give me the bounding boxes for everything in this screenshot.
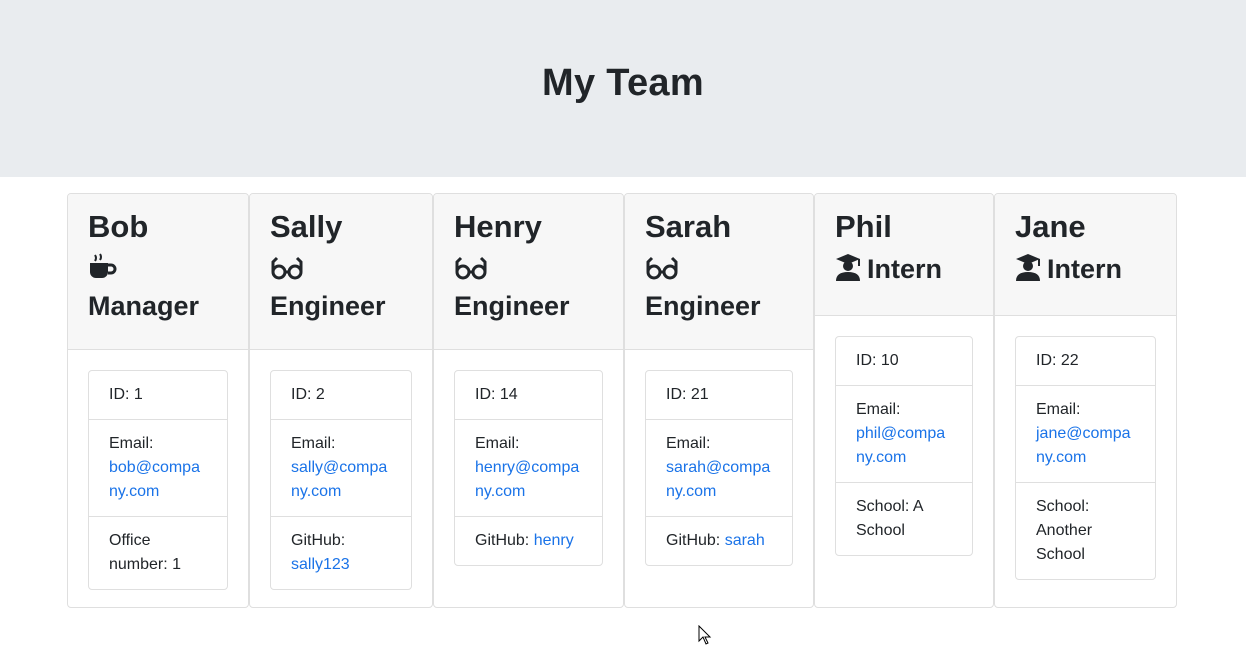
role-label: Manager bbox=[88, 291, 200, 321]
info-list: ID: 21 Email: sarah@company.com GitHub: … bbox=[645, 370, 793, 566]
employee-card: Sarah Engineer ID: 21 Email: sarah@compa… bbox=[624, 193, 814, 608]
email-label: Email: bbox=[109, 435, 154, 452]
email-item: Email: jane@company.com bbox=[1016, 385, 1155, 482]
github-link[interactable]: henry bbox=[534, 532, 574, 549]
card-body: ID: 10 Email: phil@company.com School: A… bbox=[815, 316, 993, 576]
github-label: GitHub: bbox=[666, 532, 721, 549]
employee-name: Jane bbox=[1015, 209, 1086, 244]
employee-role: Intern bbox=[1015, 252, 1156, 289]
card-header: Bob Manager bbox=[68, 194, 248, 350]
card-header: Henry Engineer bbox=[434, 194, 623, 350]
card-body: ID: 2 Email: sally@company.com GitHub: s… bbox=[250, 350, 432, 610]
email-item: Email: sally@company.com bbox=[271, 419, 411, 516]
github-item: GitHub: sarah bbox=[646, 516, 792, 565]
github-label: GitHub: bbox=[291, 532, 346, 549]
coffee-icon bbox=[88, 253, 118, 289]
id-item: ID: 1 bbox=[109, 386, 143, 403]
email-link[interactable]: sarah@company.com bbox=[666, 459, 770, 500]
role-label: Engineer bbox=[645, 291, 761, 321]
card-header: Sarah Engineer bbox=[625, 194, 813, 350]
card-header: Phil Intern bbox=[815, 194, 993, 316]
card-body: ID: 22 Email: jane@company.com School: A… bbox=[995, 316, 1176, 600]
card-header: Jane Intern bbox=[995, 194, 1176, 316]
office-number-item: Office number: 1 bbox=[89, 516, 227, 589]
email-label: Email: bbox=[856, 401, 901, 418]
email-label: Email: bbox=[291, 435, 336, 452]
employee-role: Manager bbox=[88, 252, 228, 323]
employee-name: Henry bbox=[454, 209, 542, 244]
id-item: ID: 2 bbox=[291, 386, 325, 403]
github-link[interactable]: sarah bbox=[725, 532, 765, 549]
email-link[interactable]: bob@company.com bbox=[109, 459, 200, 500]
mouse-pointer-icon bbox=[698, 624, 712, 650]
id-item: ID: 10 bbox=[856, 352, 899, 369]
glasses-icon bbox=[645, 255, 679, 289]
employee-role: Engineer bbox=[645, 252, 793, 323]
employee-card: Jane Intern ID: 22 Email: jane@company.c… bbox=[994, 193, 1177, 608]
team-cards: Bob Manager ID: 1 Email: bob@company.com… bbox=[67, 193, 1177, 610]
email-label: Email: bbox=[666, 435, 711, 452]
email-label: Email: bbox=[475, 435, 520, 452]
email-item: Email: phil@company.com bbox=[836, 385, 972, 482]
email-label: Email: bbox=[1036, 401, 1081, 418]
employee-name: Sally bbox=[270, 209, 343, 244]
info-list: ID: 2 Email: sally@company.com GitHub: s… bbox=[270, 370, 412, 590]
employee-name: Phil bbox=[835, 209, 892, 244]
graduate-icon bbox=[835, 253, 861, 289]
role-label: Engineer bbox=[270, 291, 386, 321]
card-body: ID: 21 Email: sarah@company.com GitHub: … bbox=[625, 350, 813, 586]
github-label: GitHub: bbox=[475, 532, 530, 549]
id-item: ID: 21 bbox=[666, 386, 709, 403]
employee-card: Sally Engineer ID: 2 Email: sally@compan… bbox=[249, 193, 433, 608]
email-link[interactable]: henry@company.com bbox=[475, 459, 579, 500]
github-item: GitHub: henry bbox=[455, 516, 602, 565]
role-label: Intern bbox=[1047, 254, 1123, 284]
page-title: My Team bbox=[542, 62, 704, 104]
employee-card: Henry Engineer ID: 14 Email: henry@compa… bbox=[433, 193, 624, 608]
info-list: ID: 1 Email: bob@company.com Office numb… bbox=[88, 370, 228, 590]
employee-role: Engineer bbox=[270, 252, 412, 323]
email-item: Email: henry@company.com bbox=[455, 419, 602, 516]
glasses-icon bbox=[270, 255, 304, 289]
role-label: Engineer bbox=[454, 291, 570, 321]
card-body: ID: 14 Email: henry@company.com GitHub: … bbox=[434, 350, 623, 586]
info-list: ID: 14 Email: henry@company.com GitHub: … bbox=[454, 370, 603, 566]
employee-name: Sarah bbox=[645, 209, 732, 244]
employee-name: Bob bbox=[88, 209, 149, 244]
email-link[interactable]: jane@company.com bbox=[1036, 425, 1131, 466]
id-item: ID: 22 bbox=[1036, 352, 1079, 369]
glasses-icon bbox=[454, 255, 488, 289]
role-label: Intern bbox=[867, 254, 943, 284]
email-link[interactable]: phil@company.com bbox=[856, 425, 945, 466]
page-header: My Team bbox=[0, 0, 1246, 177]
email-item: Email: sarah@company.com bbox=[646, 419, 792, 516]
graduate-icon bbox=[1015, 253, 1041, 289]
school-item: School: Another School bbox=[1016, 482, 1155, 579]
card-body: ID: 1 Email: bob@company.com Office numb… bbox=[68, 350, 248, 610]
info-list: ID: 22 Email: jane@company.com School: A… bbox=[1015, 336, 1156, 580]
email-item: Email: bob@company.com bbox=[89, 419, 227, 516]
employee-card: Phil Intern ID: 10 Email: phil@company.c… bbox=[814, 193, 994, 608]
card-header: Sally Engineer bbox=[250, 194, 432, 350]
employee-card: Bob Manager ID: 1 Email: bob@company.com… bbox=[67, 193, 249, 608]
info-list: ID: 10 Email: phil@company.com School: A… bbox=[835, 336, 973, 556]
employee-role: Engineer bbox=[454, 252, 603, 323]
github-item: GitHub: sally123 bbox=[271, 516, 411, 589]
email-link[interactable]: sally@company.com bbox=[291, 459, 387, 500]
github-link[interactable]: sally123 bbox=[291, 556, 350, 573]
employee-role: Intern bbox=[835, 252, 973, 289]
id-item: ID: 14 bbox=[475, 386, 518, 403]
school-item: School: A School bbox=[836, 482, 972, 555]
